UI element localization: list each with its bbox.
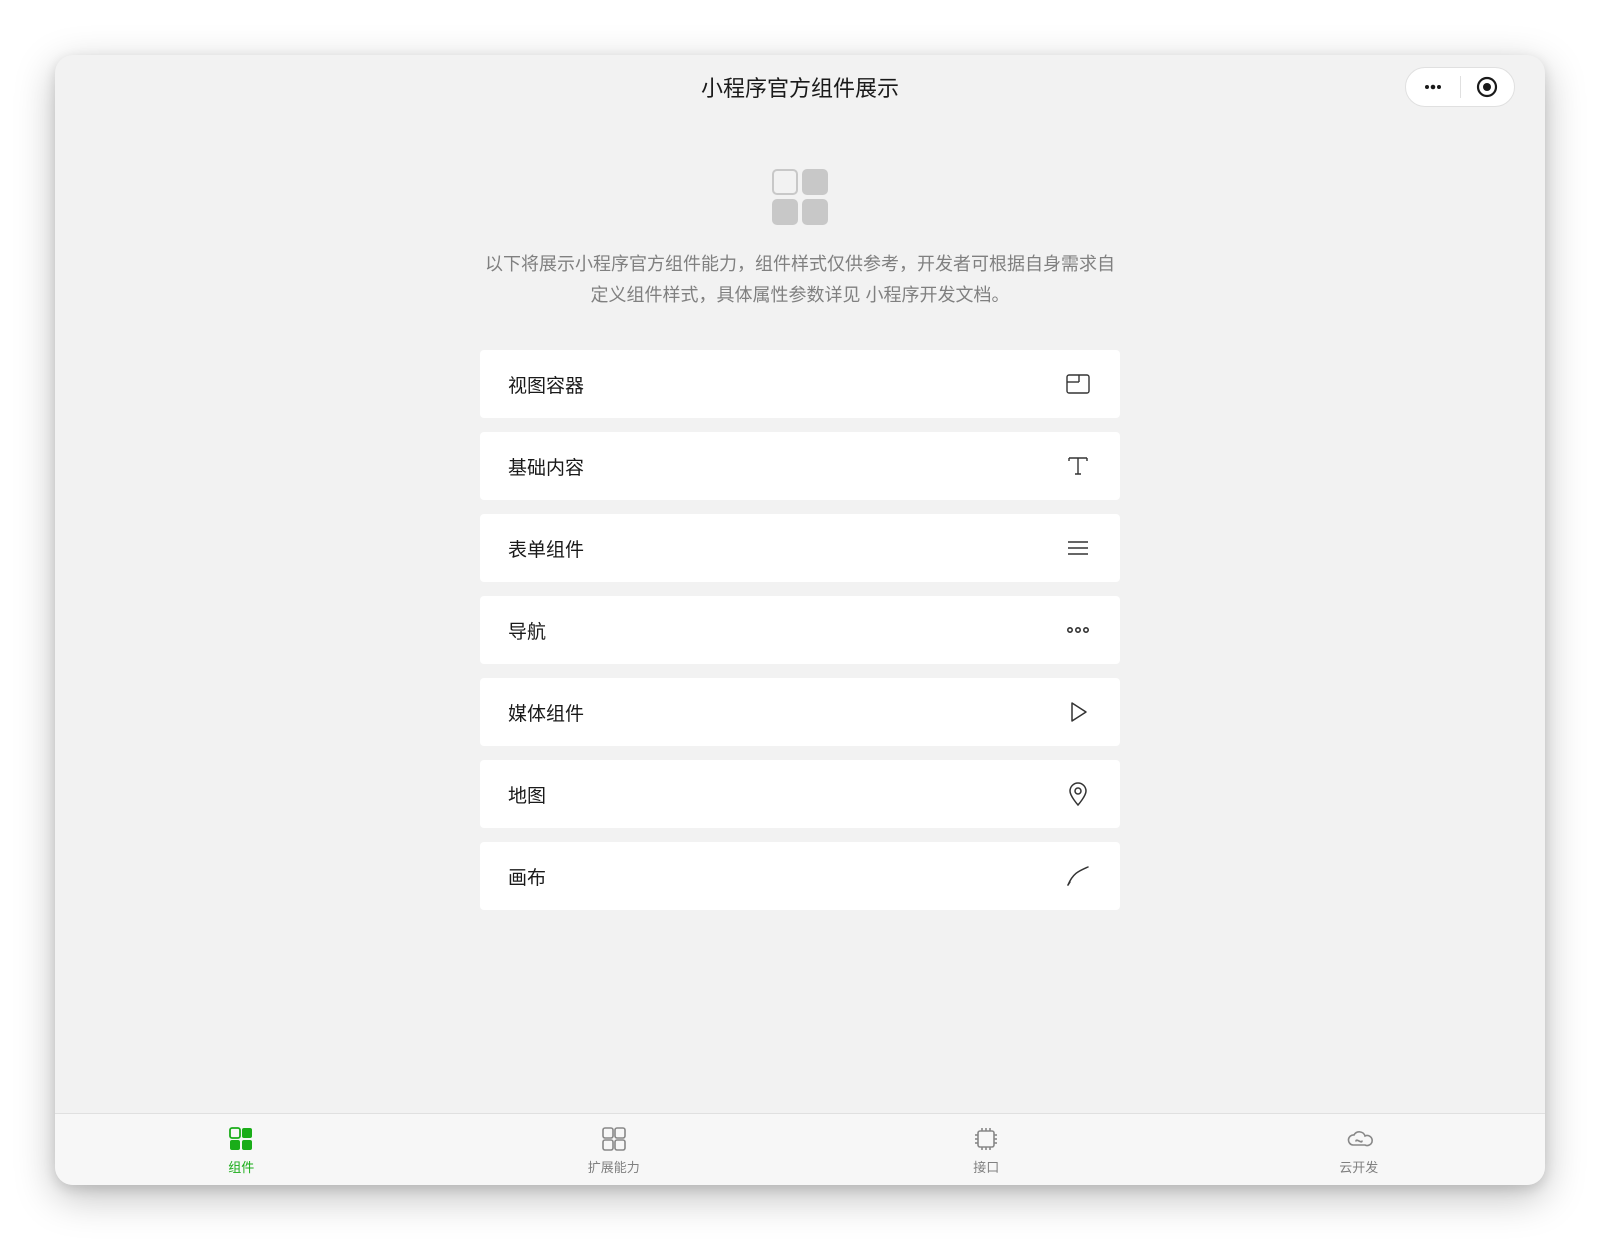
description-text: 以下将展示小程序官方组件能力，组件样式仅供参考，开发者可根据自身需求自定义组件样… [480, 249, 1120, 310]
container-icon [1064, 370, 1092, 398]
capsule-menu [1405, 67, 1515, 107]
header: 小程序官方组件展示 [55, 55, 1545, 119]
more-icon [1421, 75, 1445, 99]
map-icon [1064, 780, 1092, 808]
media-icon [1064, 698, 1092, 726]
list-item-label: 视图容器 [508, 371, 584, 398]
list-item-media[interactable]: 媒体组件 [480, 678, 1120, 746]
tabbar: 组件 扩展能力 [55, 1113, 1545, 1185]
tab-label: 组件 [228, 1157, 254, 1176]
tab-api[interactable]: 接口 [800, 1114, 1173, 1185]
nav-icon [1064, 616, 1092, 644]
list-item-label: 表单组件 [508, 535, 584, 562]
list-item-map[interactable]: 地图 [480, 760, 1120, 828]
api-tab-icon [971, 1124, 1001, 1154]
text-icon [1064, 452, 1092, 480]
app-window: 小程序官方组件展示 [55, 55, 1545, 1185]
content-area: 以下将展示小程序官方组件能力，组件样式仅供参考，开发者可根据自身需求自定义组件样… [55, 119, 1545, 1113]
cloud-tab-icon [1344, 1124, 1374, 1154]
logo-icon [772, 169, 828, 225]
tab-cloud[interactable]: 云开发 [1173, 1114, 1546, 1185]
list-item-canvas[interactable]: 画布 [480, 842, 1120, 910]
list-item-view-container[interactable]: 视图容器 [480, 350, 1120, 418]
tab-label: 扩展能力 [588, 1157, 640, 1176]
close-button[interactable] [1461, 76, 1515, 98]
list-item-label: 画布 [508, 863, 546, 890]
tab-extension[interactable]: 扩展能力 [428, 1114, 801, 1185]
list-item-basic-content[interactable]: 基础内容 [480, 432, 1120, 500]
extension-tab-icon [599, 1124, 629, 1154]
list-item-label: 基础内容 [508, 453, 584, 480]
component-tab-icon [226, 1124, 256, 1154]
list-item-label: 媒体组件 [508, 699, 584, 726]
canvas-icon [1064, 862, 1092, 890]
list-item-label: 地图 [508, 781, 546, 808]
tab-component[interactable]: 组件 [55, 1114, 428, 1185]
list-item-form[interactable]: 表单组件 [480, 514, 1120, 582]
page-title: 小程序官方组件展示 [701, 71, 899, 103]
tab-label: 云开发 [1339, 1157, 1378, 1176]
tab-label: 接口 [973, 1157, 999, 1176]
target-icon [1476, 76, 1498, 98]
component-list: 视图容器 基础内容 表单组件 [480, 350, 1120, 910]
docs-link[interactable]: 小程序开发文档 [866, 285, 992, 305]
list-item-label: 导航 [508, 617, 546, 644]
list-item-navigation[interactable]: 导航 [480, 596, 1120, 664]
menu-button[interactable] [1406, 75, 1460, 99]
form-icon [1064, 534, 1092, 562]
